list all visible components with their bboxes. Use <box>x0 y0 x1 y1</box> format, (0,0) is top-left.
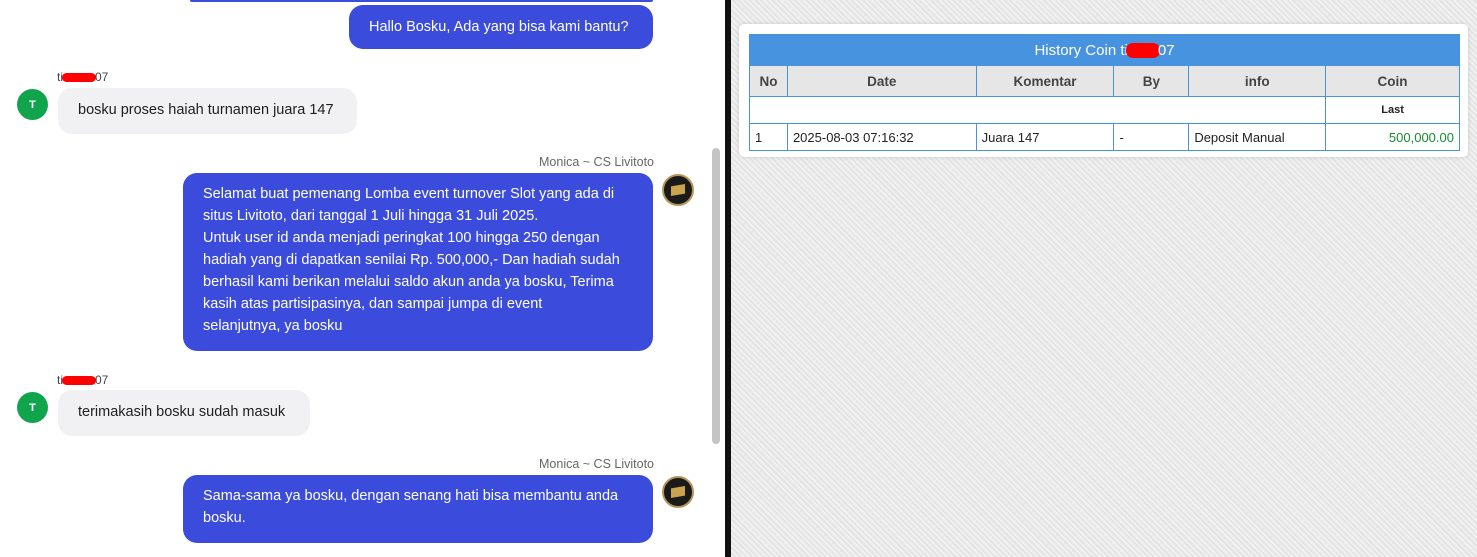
table-row: 1 2025-08-03 07:16:32 Juara 147 - Deposi… <box>749 123 1460 151</box>
history-card: History Coin ti 07 No Date Komentar By in… <box>739 24 1468 157</box>
agent-avatar <box>662 174 694 206</box>
message-line: berhasil kami berikan melalui saldo akun… <box>203 274 614 290</box>
user-avatar: T <box>17 89 48 120</box>
brand-logo-icon <box>671 184 685 196</box>
message-line: Sama-sama ya bosku, dengan senang hati b… <box>203 488 619 504</box>
table-title-row: History Coin ti 07 <box>749 34 1460 66</box>
agent-sender-name: Monica ~ CS Livitoto <box>539 457 654 471</box>
user-message-bubble: bosku proses haiah turnamen juara 147 <box>58 88 357 134</box>
empty-cell <box>748 96 1327 124</box>
brand-logo-icon <box>671 486 685 498</box>
cell-coin: 500,000.00 <box>1325 123 1460 151</box>
cell-date: 2025-08-03 07:16:32 <box>786 123 977 151</box>
agent-message-bubble: Selamat buat pemenang Lomba event turnov… <box>183 173 653 351</box>
previous-message-edge <box>190 0 653 2</box>
chat-scrollbar-thumb[interactable] <box>712 148 720 444</box>
chat-panel: Hallo Bosku, Ada yang bisa kami bantu? t… <box>0 0 725 557</box>
user-message-bubble: terimakasih bosku sudah masuk <box>58 390 310 436</box>
column-header-by: By <box>1113 65 1190 97</box>
last-label: Last <box>1325 96 1460 124</box>
cell-by: - <box>1113 123 1190 151</box>
table-header-row: No Date Komentar By info Coin <box>749 65 1460 97</box>
redaction-mark <box>62 73 96 82</box>
column-header-coin: Coin <box>1325 65 1460 97</box>
message-line: situs Livitoto, dari tanggal 1 Juli hing… <box>203 208 539 224</box>
cell-info: Deposit Manual <box>1188 123 1327 151</box>
table-subheader-row: Last <box>748 96 1460 124</box>
cell-komentar: Juara 147 <box>975 123 1115 151</box>
message-line: Untuk user id anda menjadi peringkat 100… <box>203 230 600 246</box>
column-header-no: No <box>749 65 788 97</box>
message-text: Hallo Bosku, Ada yang bisa kami bantu? <box>369 19 629 35</box>
agent-avatar <box>662 476 694 508</box>
user-sender-name: ti 07 <box>57 373 109 387</box>
agent-sender-name: Monica ~ CS Livitoto <box>539 155 654 169</box>
message-line: kasih atas partisipasinya, dan sampai ju… <box>203 296 543 312</box>
message-line: bosku. <box>203 510 246 526</box>
message-text: terimakasih bosku sudah masuk <box>78 404 286 420</box>
message-text: bosku proses haiah turnamen juara 147 <box>78 102 334 118</box>
user-avatar: T <box>17 392 48 423</box>
agent-message-bubble: Hallo Bosku, Ada yang bisa kami bantu? <box>349 5 653 49</box>
redaction-mark <box>62 376 96 385</box>
message-line: Selamat buat pemenang Lomba event turnov… <box>203 186 615 202</box>
message-line: selanjutnya, ya bosku <box>203 318 343 334</box>
agent-message-bubble: Sama-sama ya bosku, dengan senang hati b… <box>183 475 653 543</box>
cell-no: 1 <box>749 123 788 151</box>
column-header-info: info <box>1188 65 1327 97</box>
column-header-date: Date <box>786 65 977 97</box>
table-title: History Coin ti 07 <box>749 34 1460 66</box>
column-header-komentar: Komentar <box>975 65 1115 97</box>
redaction-mark <box>1125 42 1160 58</box>
user-sender-name: ti 07 <box>57 70 109 84</box>
message-line: hadiah yang di dapatkan senilai Rp. 500,… <box>203 252 620 268</box>
history-coin-table: History Coin ti 07 No Date Komentar By in… <box>748 34 1460 151</box>
history-panel: History Coin ti 07 No Date Komentar By in… <box>731 0 1477 557</box>
